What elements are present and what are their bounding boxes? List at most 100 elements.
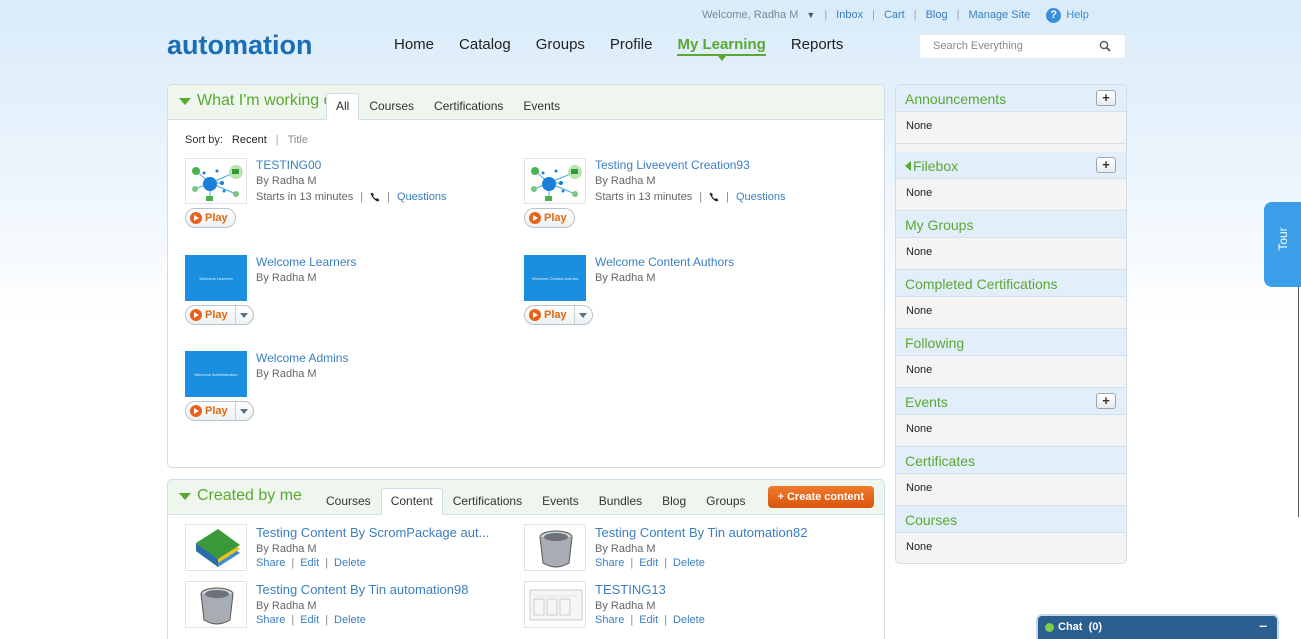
item-title[interactable]: Testing Liveevent Creation93: [595, 158, 750, 172]
content-thumbnail[interactable]: [185, 524, 247, 571]
tab-courses[interactable]: Courses: [316, 488, 381, 514]
tab-certifications[interactable]: Certifications: [443, 488, 532, 514]
course-thumbnail[interactable]: Welcome Administrators: [185, 351, 247, 397]
add-announcement-button[interactable]: +: [1096, 90, 1116, 106]
delete-link[interactable]: Delete: [673, 557, 705, 569]
share-link[interactable]: Share: [256, 614, 285, 626]
item-author: By Radha M: [595, 272, 656, 284]
events-title[interactable]: Events: [905, 394, 948, 410]
phone-icon[interactable]: [370, 192, 380, 202]
nav-groups[interactable]: Groups: [536, 36, 585, 56]
item-author: By Radha M: [256, 175, 317, 187]
tab-courses[interactable]: Courses: [359, 93, 424, 119]
tab-all[interactable]: All: [326, 93, 360, 120]
play-button[interactable]: Play: [185, 305, 254, 325]
blog-link[interactable]: Blog: [926, 9, 948, 21]
share-link[interactable]: Share: [256, 557, 285, 569]
delete-link[interactable]: Delete: [673, 614, 705, 626]
phone-icon[interactable]: [709, 192, 719, 202]
filebox-body: None: [896, 179, 1126, 211]
content-actions: Share | Edit | Delete: [595, 614, 705, 626]
delete-link[interactable]: Delete: [334, 614, 366, 626]
sort-recent[interactable]: Recent: [232, 134, 267, 146]
content-author: By Radha M: [595, 543, 656, 555]
play-icon: [190, 212, 202, 224]
edit-link[interactable]: Edit: [639, 557, 658, 569]
event-thumbnail[interactable]: [185, 158, 247, 204]
play-dropdown-icon[interactable]: [573, 306, 592, 324]
search-input[interactable]: [933, 40, 1093, 52]
course-thumbnail[interactable]: Welcome Learners: [185, 255, 247, 301]
help-link[interactable]: Help: [1066, 9, 1089, 21]
share-link[interactable]: Share: [595, 614, 624, 626]
play-button[interactable]: Play: [185, 208, 236, 228]
add-event-button[interactable]: +: [1096, 393, 1116, 409]
site-logo[interactable]: automation: [167, 30, 313, 61]
item-title[interactable]: Welcome Admins: [256, 351, 348, 365]
edit-link[interactable]: Edit: [639, 614, 658, 626]
content-title[interactable]: Testing Content By Tin automation82: [595, 525, 807, 540]
minimize-icon[interactable]: –: [1259, 617, 1267, 633]
inbox-link[interactable]: Inbox: [836, 9, 863, 21]
event-thumbnail[interactable]: [524, 158, 586, 204]
share-link[interactable]: Share: [595, 557, 624, 569]
content-title[interactable]: TESTING13: [595, 582, 666, 597]
tab-groups[interactable]: Groups: [696, 488, 755, 514]
tab-blog[interactable]: Blog: [652, 488, 696, 514]
play-button[interactable]: Play: [524, 305, 593, 325]
content-thumbnail[interactable]: [524, 581, 586, 628]
scrollbar[interactable]: [1298, 287, 1299, 517]
play-dropdown-icon[interactable]: [234, 402, 253, 420]
announcements-title[interactable]: Announcements: [905, 91, 1006, 107]
filebox-title[interactable]: Filebox: [905, 158, 958, 174]
completed-certifications-title[interactable]: Completed Certifications: [905, 276, 1058, 292]
questions-link[interactable]: Questions: [397, 191, 447, 203]
help-icon[interactable]: ?: [1046, 7, 1062, 23]
nav-catalog[interactable]: Catalog: [459, 36, 511, 56]
content-title[interactable]: Testing Content By ScromPackage aut...: [256, 525, 489, 540]
content-title[interactable]: Testing Content By Tin automation98: [256, 582, 468, 597]
content-thumbnail[interactable]: [185, 581, 247, 628]
chat-bar[interactable]: Chat (0) –: [1036, 614, 1279, 639]
cart-link[interactable]: Cart: [884, 9, 905, 21]
content-thumbnail[interactable]: [524, 524, 586, 571]
nav-profile[interactable]: Profile: [610, 36, 653, 56]
tour-button[interactable]: Tour: [1264, 202, 1301, 287]
edit-link[interactable]: Edit: [300, 557, 319, 569]
edit-link[interactable]: Edit: [300, 614, 319, 626]
created-by-me-toggle[interactable]: Created by me: [179, 487, 302, 505]
learning-item: TESTING00 By Radha M Starts in 13 minute…: [185, 158, 505, 238]
manage-site-link[interactable]: Manage Site: [968, 9, 1030, 21]
following-body: None: [896, 356, 1126, 388]
delete-link[interactable]: Delete: [334, 557, 366, 569]
following-title[interactable]: Following: [905, 335, 964, 351]
online-status-icon: [1045, 623, 1054, 632]
document-preview-icon: [529, 589, 583, 621]
tab-events[interactable]: Events: [513, 93, 570, 119]
nav-my-learning[interactable]: My Learning: [677, 36, 766, 61]
item-title[interactable]: TESTING00: [256, 158, 321, 172]
play-button[interactable]: Play: [185, 401, 254, 421]
item-starts: Starts in 13 minutes: [595, 191, 693, 203]
certificates-title[interactable]: Certificates: [905, 453, 975, 469]
create-content-button[interactable]: + Create content: [767, 486, 874, 508]
my-groups-title[interactable]: My Groups: [905, 217, 973, 233]
course-thumbnail[interactable]: Welcome Content Authors: [524, 255, 586, 301]
item-title[interactable]: Welcome Learners: [256, 255, 357, 269]
sort-title[interactable]: Title: [288, 134, 308, 146]
nav-reports[interactable]: Reports: [791, 36, 844, 56]
search-icon[interactable]: [1099, 40, 1111, 52]
tab-events[interactable]: Events: [532, 488, 589, 514]
courses-title[interactable]: Courses: [905, 512, 957, 528]
play-button[interactable]: Play: [524, 208, 575, 228]
add-file-button[interactable]: +: [1096, 157, 1116, 173]
nav-home[interactable]: Home: [394, 36, 434, 56]
play-dropdown-icon[interactable]: [234, 306, 253, 324]
item-title[interactable]: Welcome Content Authors: [595, 255, 734, 269]
working-on-toggle[interactable]: What I'm working on: [179, 92, 341, 110]
tab-bundles[interactable]: Bundles: [589, 488, 652, 514]
tab-content[interactable]: Content: [380, 488, 443, 515]
welcome-menu[interactable]: Welcome, Radha M ▼: [702, 9, 815, 21]
tab-certifications[interactable]: Certifications: [424, 93, 513, 119]
questions-link[interactable]: Questions: [736, 191, 786, 203]
